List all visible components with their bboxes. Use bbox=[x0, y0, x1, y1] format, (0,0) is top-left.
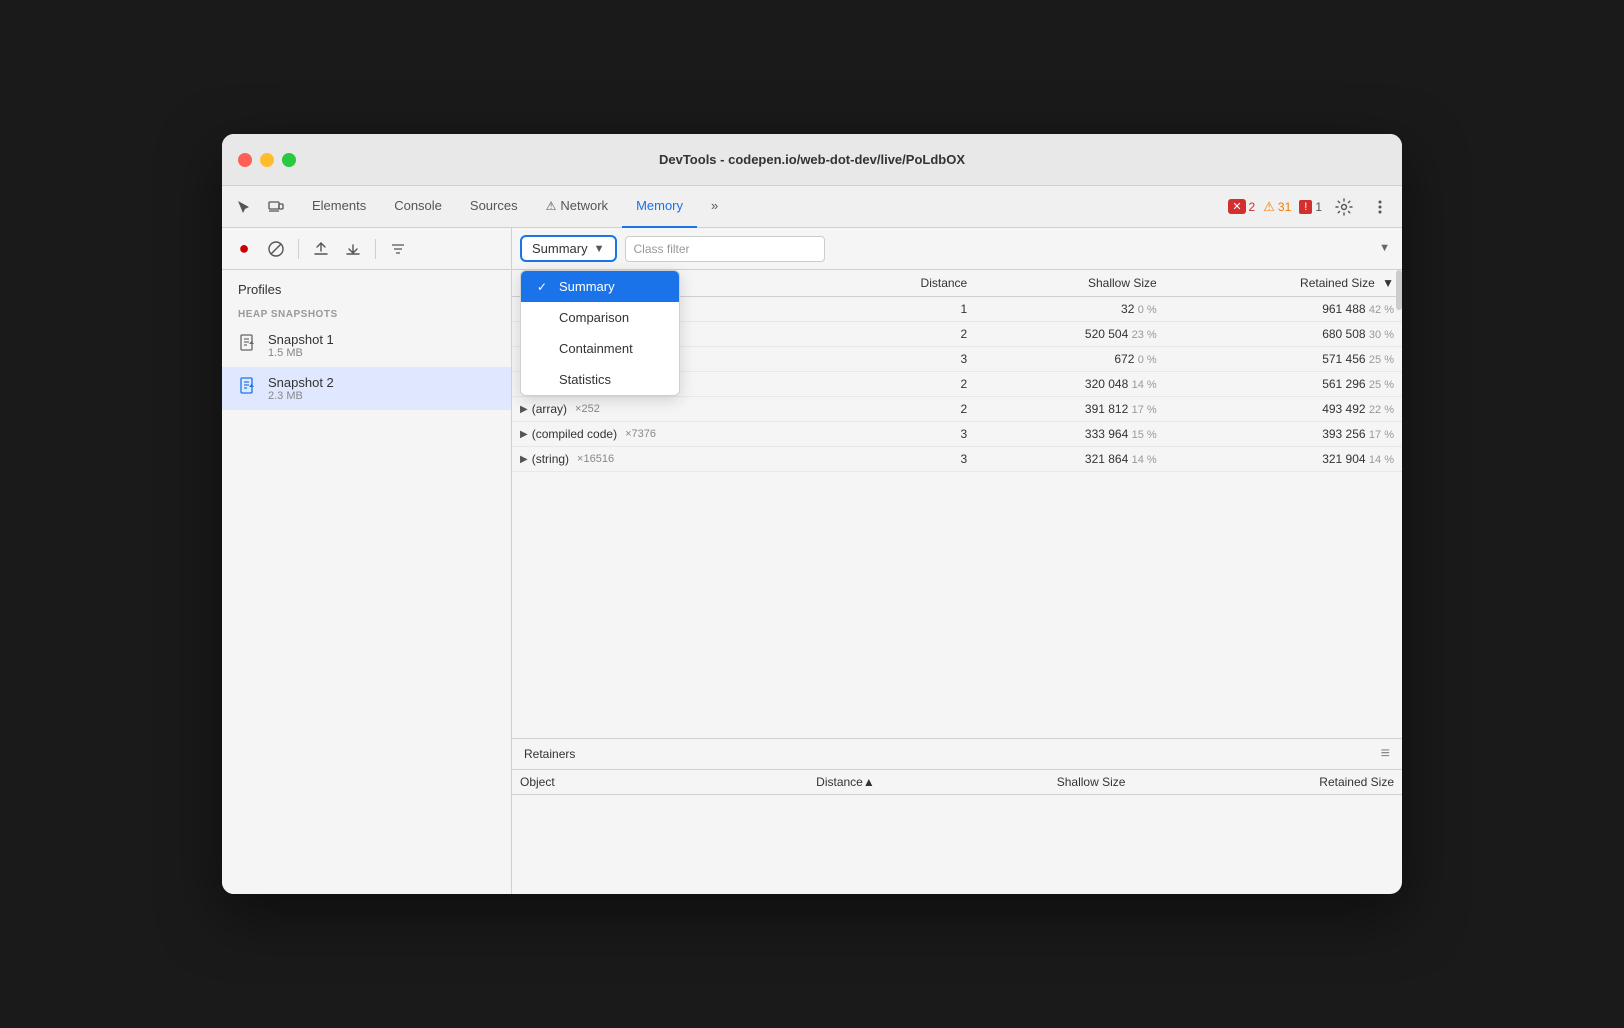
network-warn-icon: ⚠ bbox=[546, 199, 557, 213]
sort-desc-icon: ▼ bbox=[1382, 276, 1394, 290]
section-label: HEAP SNAPSHOTS bbox=[222, 301, 511, 324]
warn-icon: ⚠ bbox=[1263, 199, 1275, 215]
retainers-section: Retainers ≡ Object Distance▲ bbox=[512, 738, 1402, 895]
snapshot-icon-1 bbox=[238, 333, 258, 358]
devtools-window: DevTools - codepen.io/web-dot-dev/live/P… bbox=[222, 134, 1402, 894]
more-icon[interactable] bbox=[1366, 193, 1394, 221]
snapshot-2-name: Snapshot 2 bbox=[268, 375, 334, 390]
scrollbar-thumb[interactable] bbox=[1396, 270, 1402, 310]
tab-memory[interactable]: Memory bbox=[622, 186, 697, 228]
content-area: Summary ▼ ▼ ✓ Summary Comparison bbox=[512, 228, 1402, 894]
info-icon: ! bbox=[1299, 200, 1312, 214]
ret-col-shallow[interactable]: Shallow Size bbox=[883, 770, 1134, 795]
tab-elements[interactable]: Elements bbox=[298, 186, 380, 228]
snapshot-item-1[interactable]: Snapshot 1 1.5 MB bbox=[222, 324, 511, 367]
col-retained-size[interactable]: Retained Size ▼ bbox=[1165, 270, 1402, 297]
upload-button[interactable] bbox=[307, 235, 335, 263]
title-bar: DevTools - codepen.io/web-dot-dev/live/P… bbox=[222, 134, 1402, 186]
dropdown-item-summary[interactable]: ✓ Summary bbox=[521, 271, 679, 302]
tab-network[interactable]: ⚠ Network bbox=[532, 186, 622, 228]
column-filter-icon[interactable]: ▼ bbox=[1379, 242, 1390, 254]
download-button[interactable] bbox=[339, 235, 367, 263]
view-dropdown-button[interactable]: Summary ▼ bbox=[520, 235, 617, 262]
info-badge: ! 1 bbox=[1299, 200, 1322, 214]
snapshot-item-2[interactable]: Snapshot 2 2.3 MB bbox=[222, 367, 511, 410]
table-row[interactable]: ▶ (compiled code) ×7376 3 333 964 15 % 3… bbox=[512, 422, 1402, 447]
snapshot-1-name: Snapshot 1 bbox=[268, 332, 334, 347]
retainers-title: Retainers bbox=[524, 747, 575, 761]
retainers-menu-icon[interactable]: ≡ bbox=[1381, 745, 1390, 763]
device-icon[interactable] bbox=[262, 193, 290, 221]
ret-col-object[interactable]: Object bbox=[512, 770, 662, 795]
ret-col-distance[interactable]: Distance▲ bbox=[662, 770, 883, 795]
expand-icon[interactable]: ▶ bbox=[520, 404, 528, 415]
snapshot-1-size: 1.5 MB bbox=[268, 347, 334, 359]
record-button[interactable]: ● bbox=[230, 235, 258, 263]
expand-icon[interactable]: ▶ bbox=[520, 429, 528, 440]
traffic-lights bbox=[238, 153, 296, 167]
maximize-button[interactable] bbox=[282, 153, 296, 167]
view-dropdown-menu: ✓ Summary Comparison Containment Statist… bbox=[520, 270, 680, 396]
window-title: DevTools - codepen.io/web-dot-dev/live/P… bbox=[659, 152, 965, 167]
stop-button[interactable] bbox=[262, 235, 290, 263]
snapshot-2-size: 2.3 MB bbox=[268, 390, 334, 402]
dropdown-item-containment[interactable]: Containment bbox=[521, 333, 679, 364]
ret-col-retained[interactable]: Retained Size bbox=[1133, 770, 1402, 795]
snapshot-icon-2 bbox=[238, 376, 258, 401]
filter-button[interactable] bbox=[384, 235, 412, 263]
dropdown-item-comparison[interactable]: Comparison bbox=[521, 302, 679, 333]
tab-sources[interactable]: Sources bbox=[456, 186, 532, 228]
error-icon: ✕ bbox=[1228, 199, 1245, 214]
expand-icon[interactable]: ▶ bbox=[520, 454, 528, 465]
table-row[interactable]: ▶ (array) ×252 2 391 812 17 % 493 492 22… bbox=[512, 397, 1402, 422]
check-icon: ✓ bbox=[537, 280, 551, 294]
retainers-header: Retainers ≡ bbox=[512, 739, 1402, 770]
dropdown-arrow-icon: ▼ bbox=[594, 243, 605, 255]
retainers-empty-row bbox=[512, 794, 1402, 894]
class-filter-input[interactable] bbox=[625, 236, 825, 262]
main-area: ● Profiles HEAP SNAPSHOTS bbox=[222, 228, 1402, 894]
col-distance[interactable]: Distance bbox=[840, 270, 975, 297]
close-button[interactable] bbox=[238, 153, 252, 167]
sidebar: ● Profiles HEAP SNAPSHOTS bbox=[222, 228, 512, 894]
dropdown-item-statistics[interactable]: Statistics bbox=[521, 364, 679, 395]
cursor-icon[interactable] bbox=[230, 193, 258, 221]
tab-bar: Elements Console Sources ⚠ Network Memor… bbox=[222, 186, 1402, 228]
sidebar-toolbar: ● bbox=[222, 228, 511, 270]
settings-icon[interactable] bbox=[1330, 193, 1358, 221]
table-row[interactable]: ▶ (string) ×16516 3 321 864 14 % 321 904… bbox=[512, 447, 1402, 472]
tab-right-group: ✕ 2 ⚠ 31 ! 1 bbox=[1228, 193, 1394, 221]
col-shallow-size[interactable]: Shallow Size bbox=[975, 270, 1164, 297]
warn-badge: ⚠ 31 bbox=[1263, 199, 1291, 215]
view-toolbar: Summary ▼ ▼ ✓ Summary Comparison bbox=[512, 228, 1402, 270]
tab-console[interactable]: Console bbox=[380, 186, 456, 228]
profiles-label: Profiles bbox=[222, 270, 511, 301]
error-badge: ✕ 2 bbox=[1228, 199, 1255, 214]
tab-more[interactable]: » bbox=[697, 186, 732, 228]
devtools-icons bbox=[230, 193, 290, 221]
minimize-button[interactable] bbox=[260, 153, 274, 167]
retainers-table: Object Distance▲ Shallow Size Retained S… bbox=[512, 770, 1402, 895]
